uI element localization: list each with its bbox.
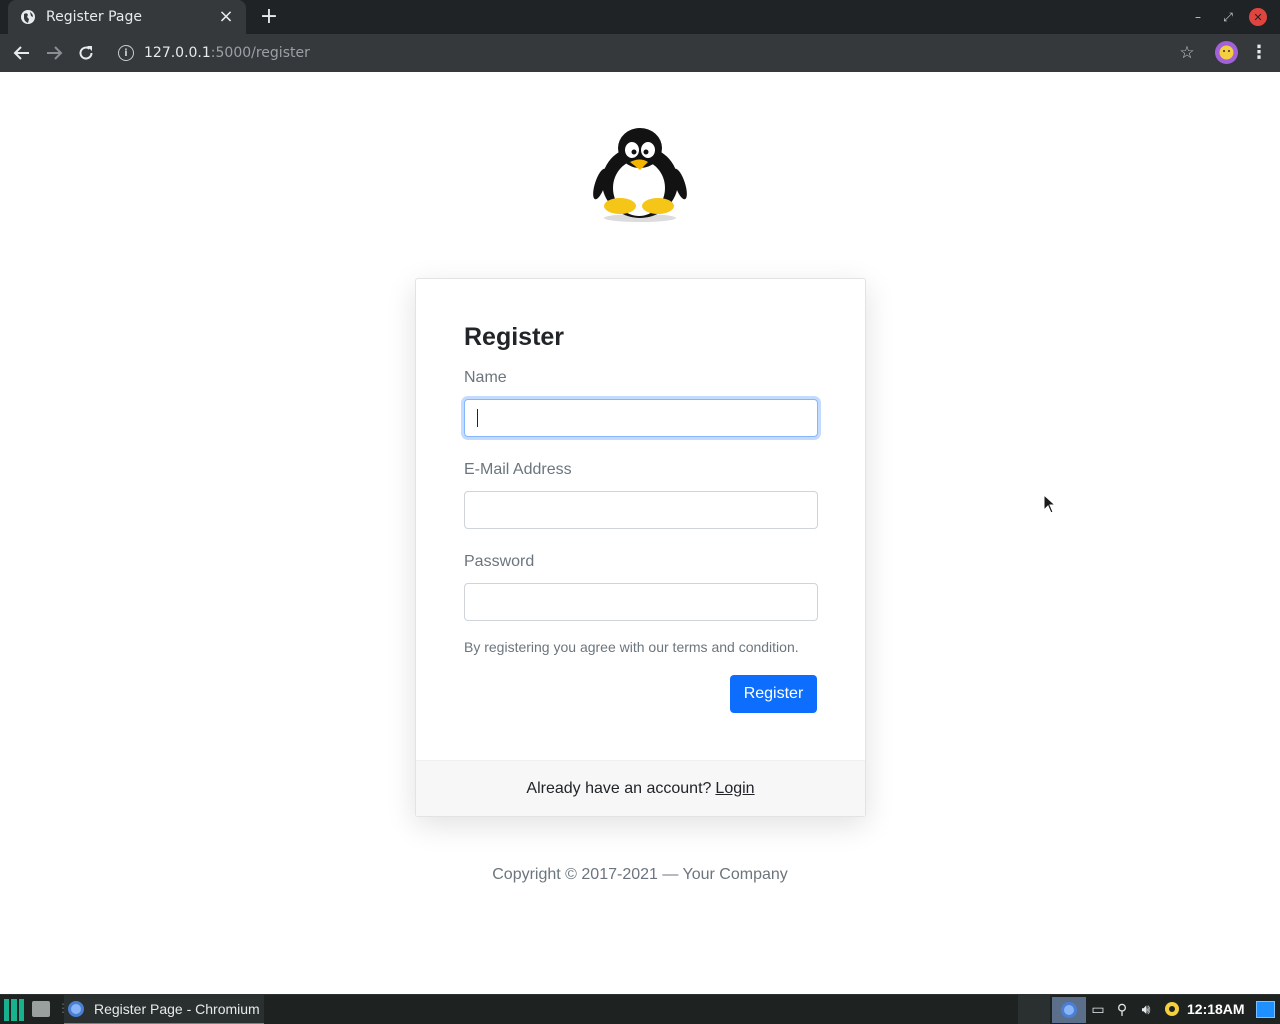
password-input[interactable] — [464, 583, 818, 621]
register-button[interactable]: Register — [730, 675, 817, 713]
penguin-logo — [593, 128, 687, 222]
desktop-taskbar: ⋮ Register Page - Chromium ▭ ⚲ 🔊︎ 12:18A… — [0, 994, 1280, 1024]
workspace-switcher[interactable] — [1018, 995, 1050, 1024]
browser-toolbar: i 127.0.0.1:5000/register ☆ ⋮ — [0, 34, 1280, 72]
display-icon[interactable]: ▭ — [1090, 1001, 1106, 1019]
taskbar-task-label: Register Page - Chromium — [94, 1001, 260, 1017]
reload-button[interactable] — [75, 42, 97, 64]
bookmark-star-icon[interactable]: ☆ — [1176, 42, 1198, 64]
terms-text: By registering you agree with our terms … — [464, 639, 799, 655]
profile-face-icon — [1219, 45, 1234, 60]
location-pin-icon[interactable]: ⚲ — [1114, 1001, 1130, 1019]
register-card: Register Name E-Mail Address Password By… — [415, 278, 866, 817]
globe-icon — [20, 9, 36, 25]
tab-close-icon[interactable]: × — [218, 8, 234, 26]
maximize-window-button[interactable]: ⤢ — [1219, 8, 1237, 26]
browser-tab-strip: Register Page × + – ⤢ ✕ — [0, 0, 1280, 34]
card-footer: Already have an account? Login — [416, 760, 865, 816]
minimize-window-button[interactable]: – — [1189, 8, 1207, 26]
register-title: Register — [464, 323, 565, 351]
forward-button[interactable] — [43, 42, 65, 64]
text-caret — [477, 409, 478, 427]
browser-tab[interactable]: Register Page × — [8, 0, 246, 34]
volume-icon[interactable]: 🔊︎ — [1138, 1001, 1154, 1019]
arrow-left-icon — [13, 46, 29, 60]
tab-title: Register Page — [46, 9, 142, 25]
url-host: 127.0.0.1 — [144, 45, 211, 61]
copyright-text: Copyright © 2017-2021 — Your Company — [492, 866, 788, 883]
address-bar[interactable]: i 127.0.0.1:5000/register — [108, 38, 1208, 68]
taskbar-clock[interactable]: 12:18AM — [1187, 1001, 1245, 1017]
new-tab-button[interactable]: + — [258, 6, 280, 28]
arrow-right-icon — [47, 46, 63, 60]
reload-icon — [79, 46, 93, 60]
info-icon[interactable]: i — [118, 45, 134, 61]
name-label: Name — [464, 369, 507, 386]
tray-chromium-icon[interactable] — [1052, 997, 1086, 1023]
profile-avatar[interactable] — [1215, 41, 1238, 64]
register-form: Register Name E-Mail Address Password By… — [464, 323, 818, 655]
file-manager-icon[interactable] — [32, 1001, 50, 1017]
name-field-wrapper — [464, 399, 818, 437]
back-button[interactable] — [11, 42, 33, 64]
show-desktop-button[interactable] — [1256, 1001, 1275, 1018]
login-link[interactable]: Login — [715, 780, 754, 798]
taskbar-chromium-window[interactable]: Register Page - Chromium — [64, 995, 264, 1024]
chromium-icon — [68, 1001, 84, 1017]
network-icon[interactable] — [1164, 1001, 1180, 1019]
email-input[interactable] — [464, 491, 818, 529]
page-content: Register Name E-Mail Address Password By… — [0, 72, 1280, 994]
password-label: Password — [464, 553, 535, 570]
url-path: :5000/register — [210, 45, 310, 61]
login-prompt: Already have an account? — [526, 779, 712, 797]
name-input[interactable] — [464, 399, 818, 437]
close-window-button[interactable]: ✕ — [1249, 8, 1267, 26]
mouse-cursor-icon — [1043, 494, 1057, 514]
browser-menu-icon[interactable]: ⋮ — [1250, 42, 1268, 64]
start-menu-icon[interactable] — [2, 997, 26, 1023]
email-label: E-Mail Address — [464, 461, 572, 478]
